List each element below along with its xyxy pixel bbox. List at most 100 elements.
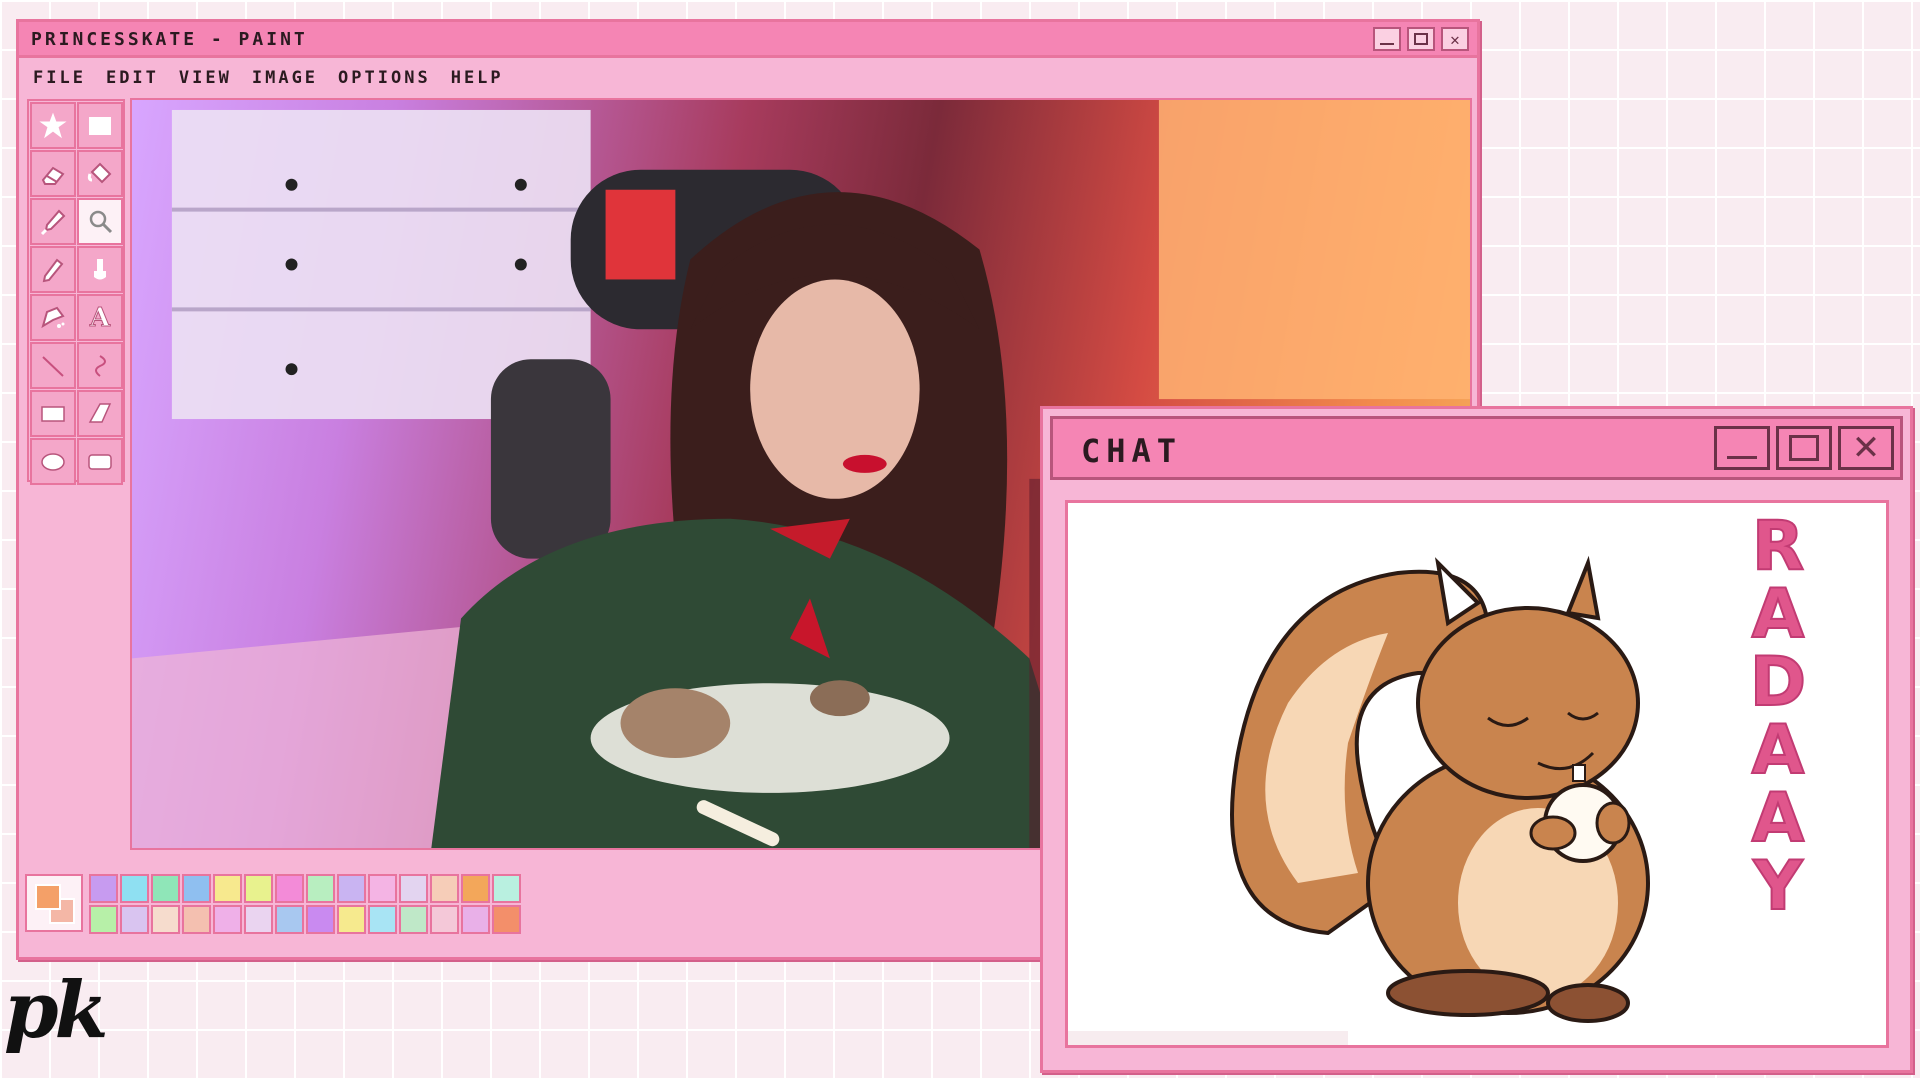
emote-letter: A	[1751, 779, 1806, 858]
rounded-rect-icon	[88, 453, 112, 470]
palette-swatch[interactable]	[213, 905, 242, 934]
tool-rectangle[interactable]	[30, 390, 76, 437]
paint-titlebar[interactable]: PRINCESSKATE - PAINT ✕	[19, 22, 1477, 58]
tool-brush[interactable]	[77, 246, 123, 293]
palette-swatch[interactable]	[461, 874, 490, 903]
maximize-icon	[1414, 33, 1428, 45]
palette-swatch[interactable]	[337, 905, 366, 934]
paint-window-controls: ✕	[1373, 27, 1469, 51]
fill-bucket-icon	[87, 162, 112, 183]
tool-pencil[interactable]	[30, 246, 76, 293]
palette-swatch[interactable]	[399, 905, 428, 934]
palette-swatch[interactable]	[89, 874, 118, 903]
palette-swatch[interactable]	[182, 874, 211, 903]
paint-menubar: FILE EDIT VIEW IMAGE OPTIONS HELP	[19, 61, 1477, 95]
palette-swatch[interactable]	[275, 874, 304, 903]
palette-swatch[interactable]	[399, 874, 428, 903]
maximize-icon	[1789, 435, 1819, 461]
magnifier-icon	[89, 210, 113, 233]
tool-line[interactable]	[30, 342, 76, 389]
menu-help[interactable]: HELP	[451, 68, 504, 88]
palette-swatch[interactable]	[120, 874, 149, 903]
emote-letter: D	[1749, 643, 1807, 722]
polygon-icon	[88, 402, 112, 423]
tool-rounded-rect[interactable]	[77, 438, 123, 485]
free-select-icon	[39, 112, 67, 138]
tool-fill[interactable]	[77, 150, 123, 197]
tool-rect-select[interactable]	[77, 102, 123, 149]
emote-letter: Y	[1752, 847, 1803, 926]
palette-swatch[interactable]	[244, 874, 273, 903]
palette-swatch[interactable]	[151, 874, 180, 903]
palette-swatch[interactable]	[306, 874, 335, 903]
palette-swatch[interactable]	[306, 905, 335, 934]
palette-swatch[interactable]	[368, 874, 397, 903]
palette-swatch[interactable]	[430, 905, 459, 934]
menu-view[interactable]: VIEW	[179, 68, 232, 88]
text-icon: A	[89, 302, 111, 333]
palette-swatch[interactable]	[492, 905, 521, 934]
palette-swatch[interactable]	[368, 905, 397, 934]
toolbox: A	[27, 99, 125, 485]
pk-signature-logo: pk	[4, 965, 109, 1056]
close-icon: ✕	[1450, 29, 1460, 49]
palette-swatches	[89, 874, 521, 934]
palette-swatch[interactable]	[430, 874, 459, 903]
chat-window-title: CHAT	[1081, 432, 1183, 470]
menu-options[interactable]: OPTIONS	[338, 68, 431, 88]
palette-swatch[interactable]	[244, 905, 273, 934]
tool-polygon[interactable]	[77, 390, 123, 437]
chat-maximize-button[interactable]	[1776, 426, 1832, 470]
palette-swatch[interactable]	[461, 905, 490, 934]
tool-ellipse[interactable]	[30, 438, 76, 485]
close-icon: ✕	[1851, 428, 1881, 468]
palette-swatch[interactable]	[182, 905, 211, 934]
chat-minimize-button[interactable]	[1714, 426, 1770, 470]
current-colors[interactable]	[25, 874, 83, 932]
tool-eraser[interactable]	[30, 150, 76, 197]
tool-free-select[interactable]	[30, 102, 76, 149]
palette-swatch[interactable]	[89, 905, 118, 934]
palette-swatch[interactable]	[151, 905, 180, 934]
minimize-icon	[1380, 43, 1394, 45]
tool-color-picker[interactable]	[30, 198, 76, 245]
paint-close-button[interactable]: ✕	[1441, 27, 1469, 51]
chat-window-controls: ✕	[1714, 426, 1894, 470]
tool-airbrush[interactable]	[30, 294, 76, 341]
chat-bottom-strip	[1068, 1031, 1348, 1045]
emote-letter: A	[1751, 575, 1806, 654]
minimize-icon	[1727, 455, 1757, 459]
ellipse-icon	[41, 452, 65, 471]
paint-window-title: PRINCESSKATE - PAINT	[31, 29, 308, 50]
rect-select-icon	[89, 116, 111, 135]
emote-letter: R	[1751, 507, 1805, 586]
curve-icon	[95, 354, 106, 377]
tool-magnifier[interactable]	[77, 198, 123, 245]
chat-content: R A D A A Y	[1065, 500, 1889, 1048]
palette-swatch[interactable]	[275, 905, 304, 934]
menu-file[interactable]: FILE	[33, 68, 86, 88]
palette-swatch[interactable]	[120, 905, 149, 934]
tool-curve[interactable]	[77, 342, 123, 389]
chat-window: CHAT ✕ R A D A A Y	[1040, 406, 1913, 1073]
line-icon	[42, 355, 64, 377]
pencil-icon	[42, 258, 64, 282]
chat-close-button[interactable]: ✕	[1838, 426, 1894, 470]
color-picker-icon	[40, 209, 66, 235]
airbrush-icon	[41, 306, 65, 328]
chat-titlebar[interactable]: CHAT ✕	[1050, 416, 1903, 480]
emote-text: R A D A A Y	[1718, 507, 1838, 926]
menu-image[interactable]: IMAGE	[252, 68, 318, 88]
palette-swatch[interactable]	[213, 874, 242, 903]
emote-letter: A	[1751, 711, 1806, 790]
primary-color-swatch[interactable]	[35, 884, 61, 910]
paint-minimize-button[interactable]	[1373, 27, 1401, 51]
palette-swatch[interactable]	[492, 874, 521, 903]
menu-edit[interactable]: EDIT	[106, 68, 159, 88]
brush-icon	[94, 258, 106, 279]
eraser-icon	[41, 166, 65, 185]
paint-maximize-button[interactable]	[1407, 27, 1435, 51]
tool-text[interactable]: A	[77, 294, 123, 341]
rectangle-icon	[41, 405, 65, 422]
palette-swatch[interactable]	[337, 874, 366, 903]
